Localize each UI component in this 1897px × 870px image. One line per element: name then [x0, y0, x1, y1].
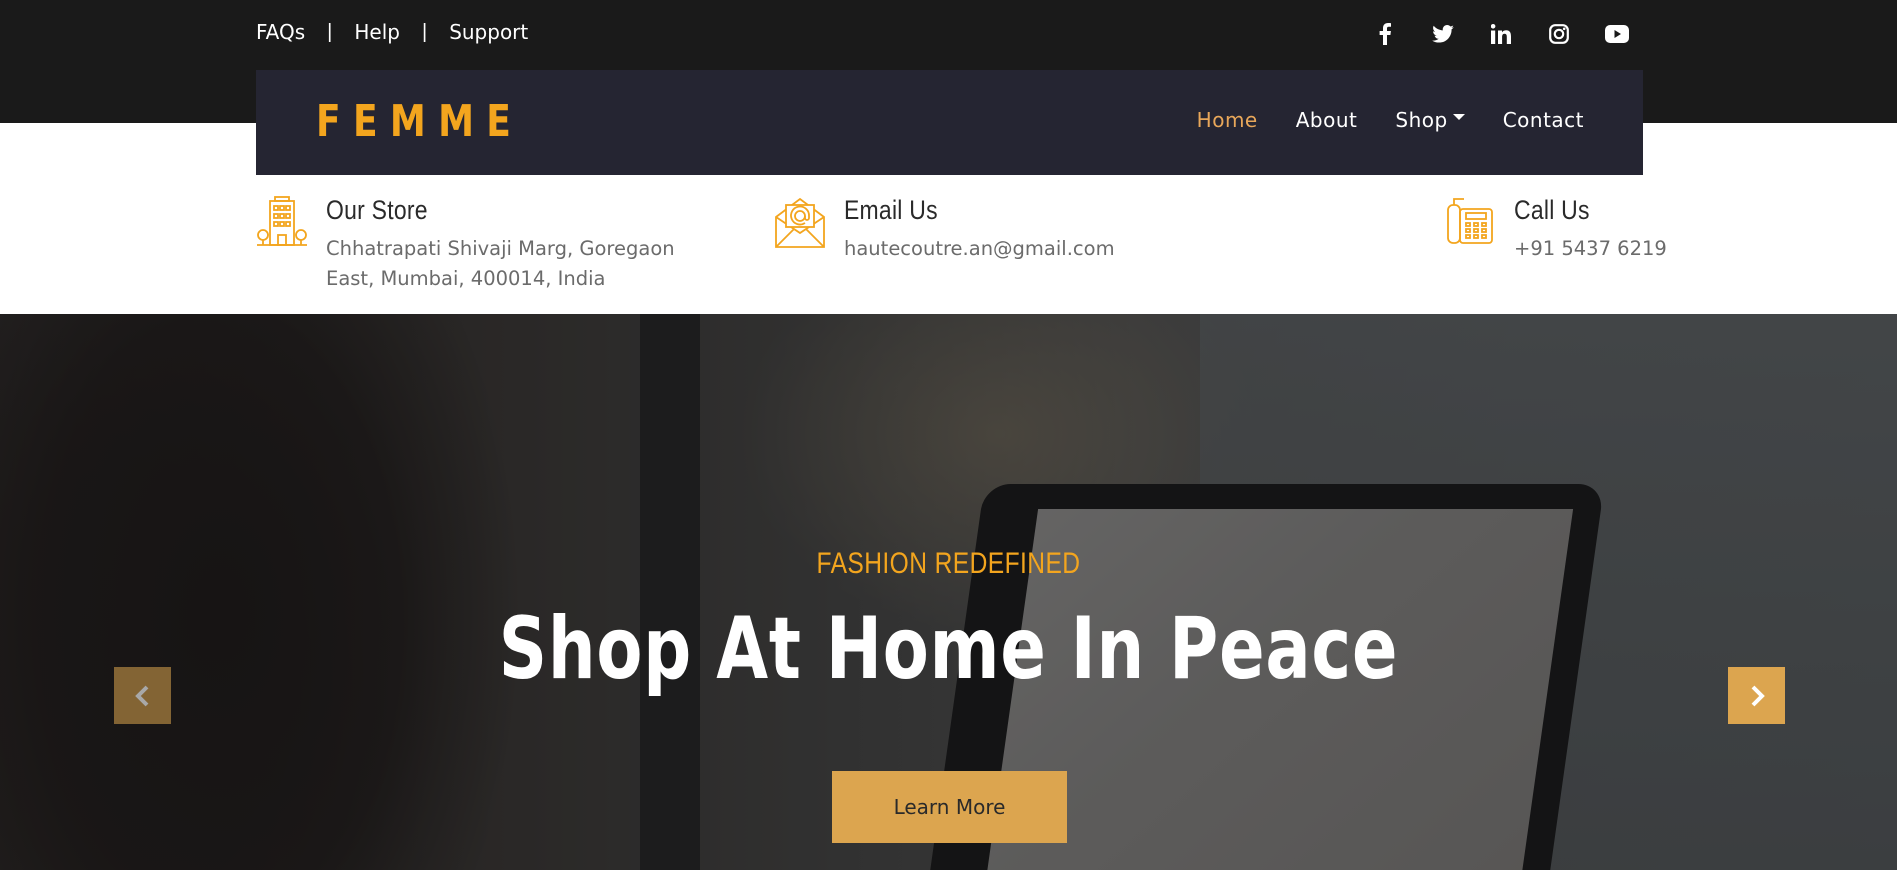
support-link[interactable]: Support: [449, 20, 528, 44]
caret-down-icon: [1452, 114, 1465, 120]
email-info: Email Us hautecoutre.an@gmail.com: [774, 195, 1115, 264]
hero-title: Shop At Home In Peace: [498, 599, 1399, 699]
help-link[interactable]: Help: [354, 20, 400, 44]
main-navbar: FEMME Home About Shop Contact: [256, 70, 1643, 175]
faqs-link[interactable]: FAQs: [256, 20, 305, 44]
nav-home[interactable]: Home: [1197, 108, 1258, 132]
learn-more-button[interactable]: Learn More: [832, 771, 1067, 843]
hero-subtitle: FASHION REDEFINED: [816, 547, 1081, 580]
youtube-icon[interactable]: [1588, 22, 1646, 46]
separator: |: [327, 20, 333, 43]
call-title: Call Us: [1514, 195, 1590, 225]
nav-shop[interactable]: Shop: [1395, 108, 1465, 132]
store-text: Our Store Chhatrapati Shivaji Marg, Gore…: [326, 195, 675, 294]
separator: |: [421, 20, 428, 43]
carousel-next-button[interactable]: [1728, 667, 1785, 724]
store-info: Our Store Chhatrapati Shivaji Marg, Gore…: [256, 195, 675, 294]
instagram-icon[interactable]: [1530, 22, 1588, 46]
building-icon: [256, 195, 308, 249]
nav-about[interactable]: About: [1296, 108, 1358, 132]
hero-carousel: FASHION REDEFINED Shop At Home In Peace …: [0, 314, 1897, 870]
chevron-left-icon: [134, 685, 148, 706]
facebook-icon[interactable]: [1356, 22, 1414, 46]
twitter-icon[interactable]: [1414, 22, 1472, 46]
nav-shop-label: Shop: [1395, 108, 1448, 132]
store-address-line2: East, Mumbai, 400014, India: [326, 267, 606, 290]
call-value[interactable]: +91 5437 6219: [1514, 234, 1667, 264]
linkedin-icon[interactable]: [1472, 22, 1530, 46]
call-text: Call Us +91 5437 6219: [1514, 195, 1667, 264]
phone-icon: [1444, 195, 1496, 249]
email-title: Email Us: [844, 195, 938, 225]
carousel-prev-button[interactable]: [114, 667, 171, 724]
nav-menu: Home About Shop Contact: [1197, 108, 1584, 132]
brand-logo[interactable]: FEMME: [316, 96, 523, 148]
email-value[interactable]: hautecoutre.an@gmail.com: [844, 234, 1115, 264]
social-links: [1356, 22, 1646, 46]
store-address-line1: Chhatrapati Shivaji Marg, Goregaon: [326, 237, 675, 260]
call-info: Call Us +91 5437 6219: [1444, 195, 1667, 264]
chevron-right-icon: [1751, 685, 1765, 706]
store-title: Our Store: [326, 195, 428, 225]
envelope-icon: [774, 195, 826, 249]
top-links: FAQs | Help | Support: [256, 20, 528, 44]
nav-contact[interactable]: Contact: [1503, 108, 1584, 132]
email-text: Email Us hautecoutre.an@gmail.com: [844, 195, 1115, 264]
